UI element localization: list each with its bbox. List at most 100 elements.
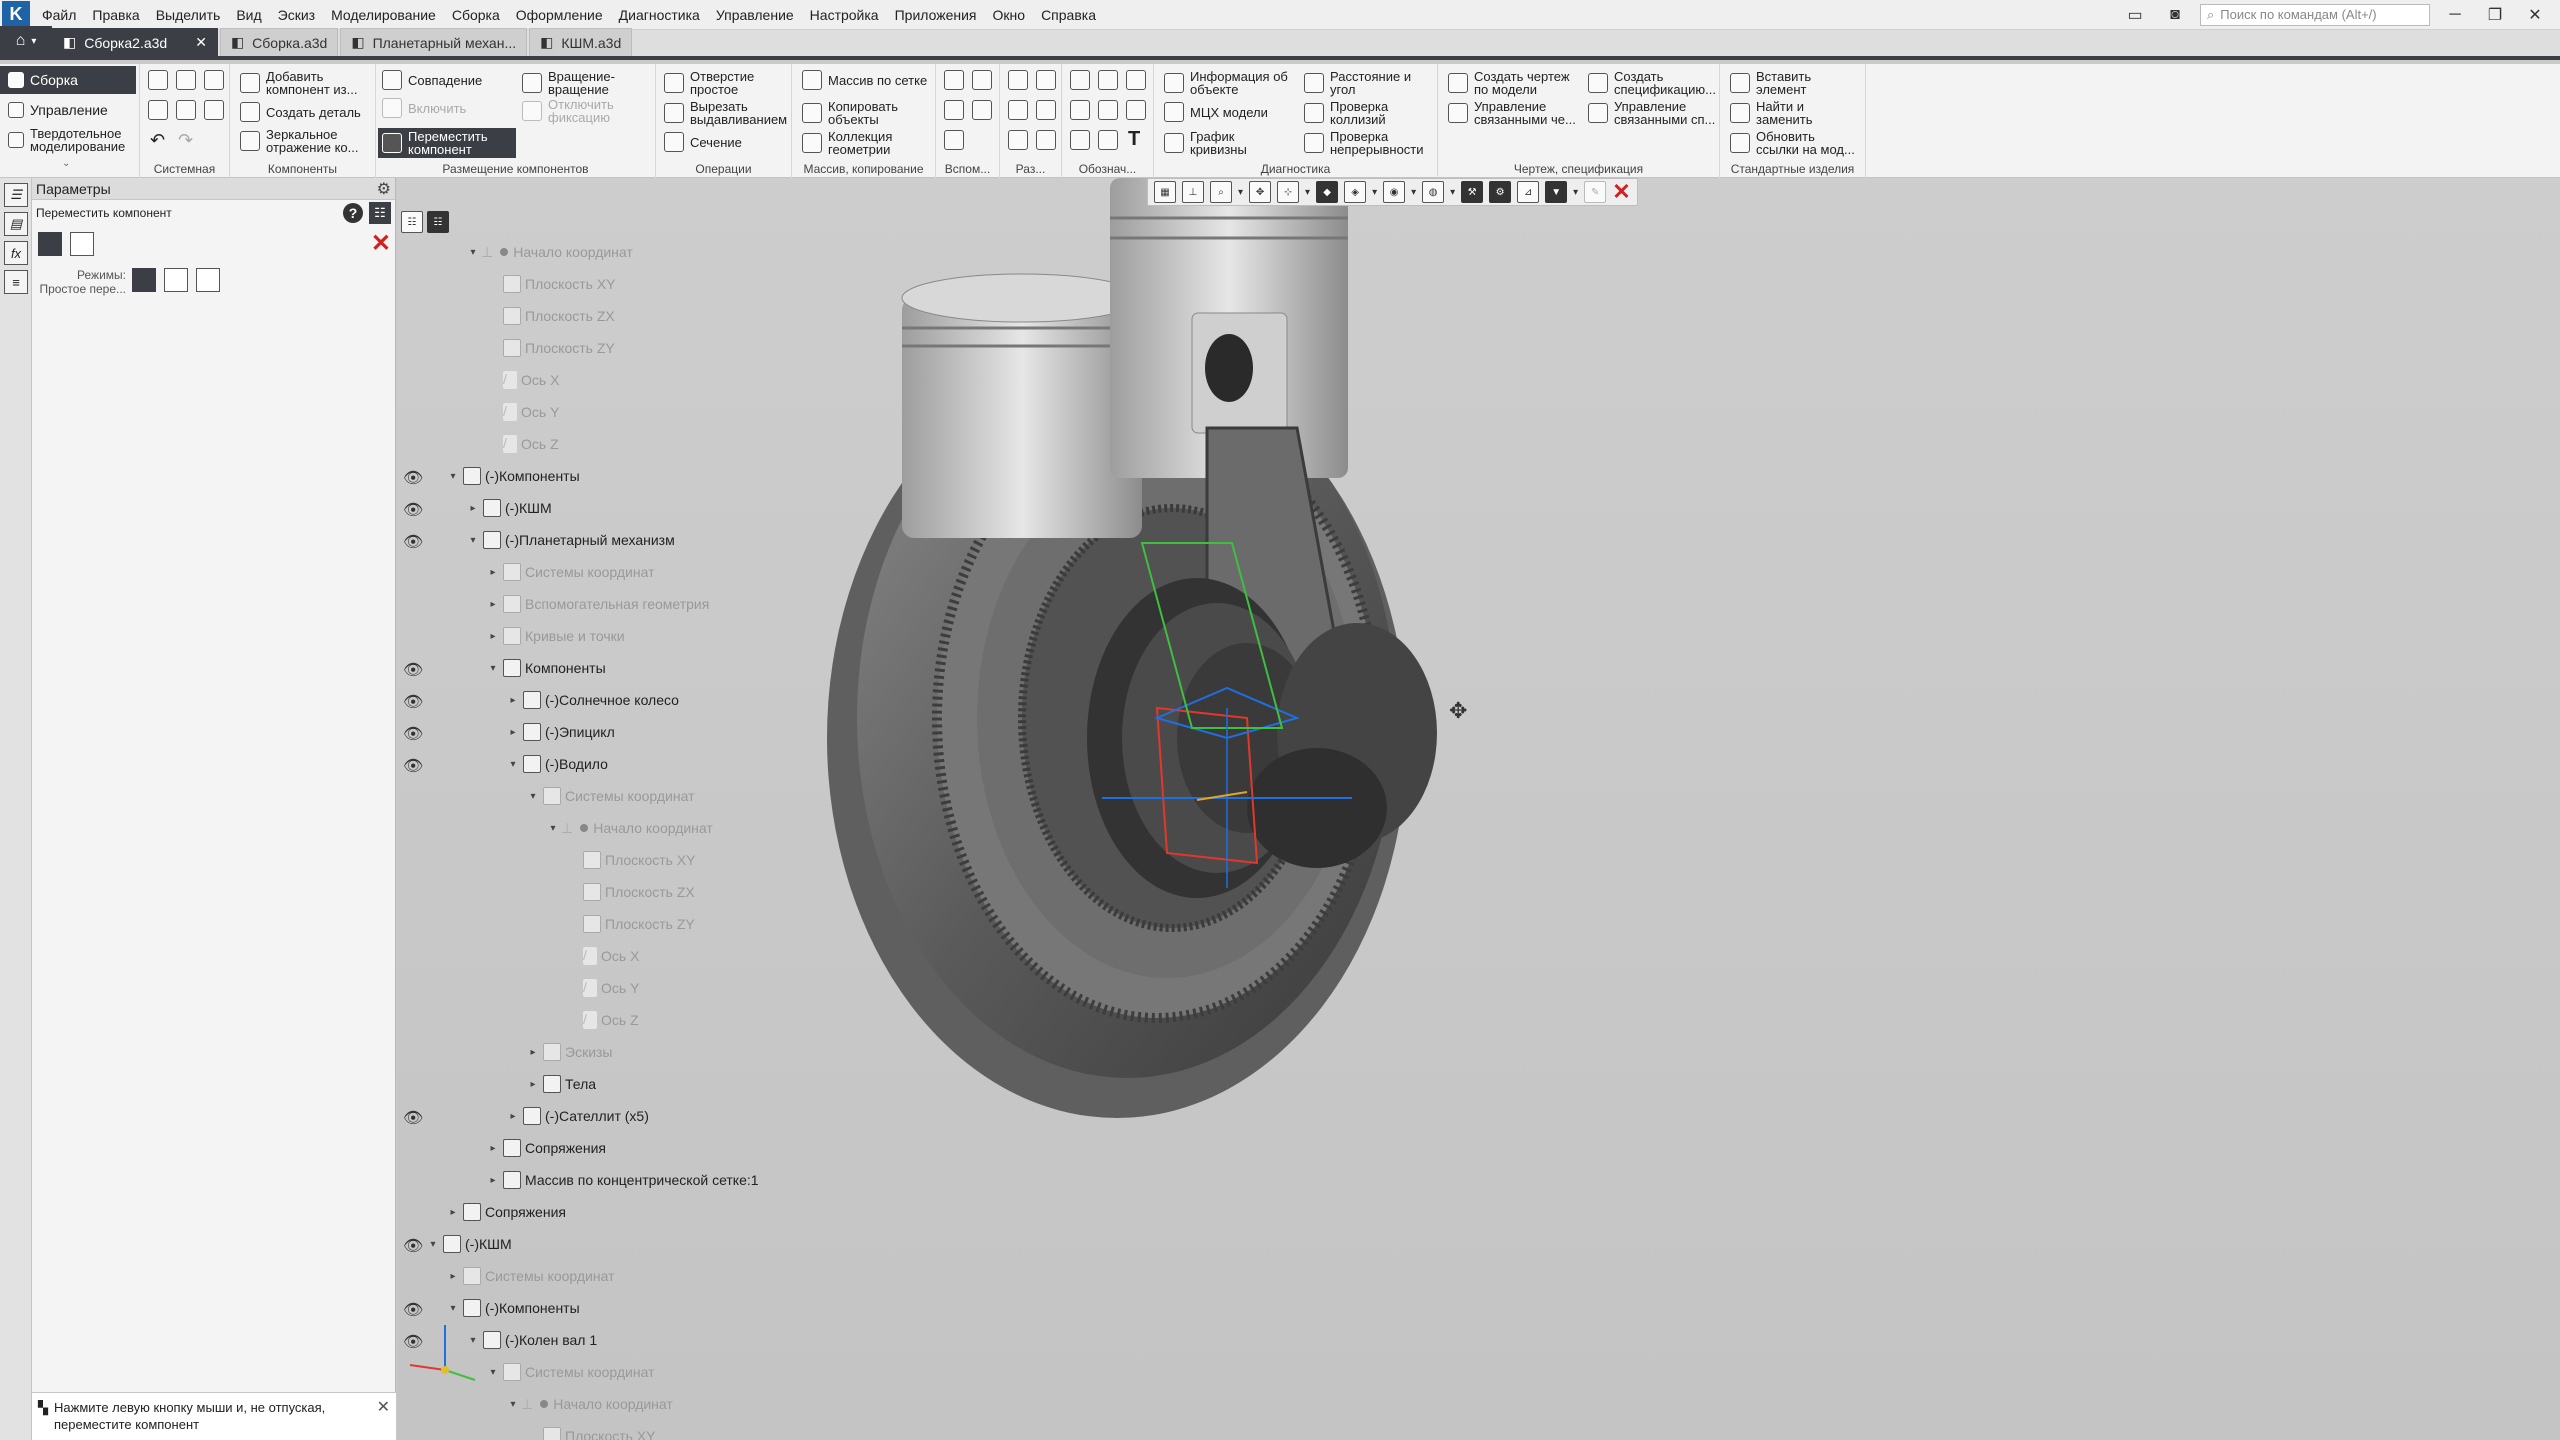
section-button[interactable]: Сечение [664, 132, 742, 152]
mates-move-icon[interactable] [196, 268, 220, 292]
filter-icon[interactable]: ▼ [1545, 181, 1568, 203]
measure-icon[interactable]: ⊿ [1517, 181, 1540, 203]
visibility-eye-icon[interactable]: 👁 [403, 692, 425, 711]
tree-expander-icon[interactable]: ▾ [467, 535, 479, 546]
save-all-icon[interactable] [204, 100, 224, 120]
layout-icon[interactable]: ▭ [2120, 3, 2150, 27]
menu-item[interactable]: Приложения [887, 0, 985, 30]
close-icon[interactable]: ✕ [1612, 179, 1630, 205]
display-mode-icon[interactable]: ◈ [1344, 181, 1367, 203]
collision-move-icon[interactable] [164, 268, 188, 292]
tree-node[interactable]: ▾ ⊥ Начало координат [397, 236, 632, 268]
mode-tab-manage[interactable]: Управление [0, 96, 136, 124]
distance-button[interactable]: Расстояние и угол [1304, 70, 1430, 96]
note-icon-2[interactable] [1098, 70, 1118, 90]
visibility-eye-icon[interactable]: 👁 [403, 500, 425, 519]
3d-viewport[interactable]: ☷ ☷ ▦ ⊥ ⌕ ▾ ✥ ⊹ ▾ ◆ ◈ ▾ ◉ ▾ ◍ ▾ ⚒ ⚙ ⊿ ▼ ▾ ✎ ✕ … [397, 178, 2560, 1440]
tree-node[interactable]: Плоскость XY [397, 268, 616, 300]
tree-expander-icon[interactable]: ▸ [487, 1175, 499, 1186]
tree-expander-icon[interactable]: ▸ [467, 503, 479, 514]
size-icon-6[interactable] [1036, 130, 1056, 150]
visibility-eye-icon[interactable]: 👁 [403, 1108, 425, 1127]
continuity-button[interactable]: Проверка непрерывности [1304, 130, 1440, 156]
section-view-icon[interactable]: ◍ [1422, 181, 1445, 203]
tree-expander-icon[interactable]: ▾ [467, 247, 479, 258]
variables-icon[interactable]: fx [4, 241, 28, 265]
zoom-icon[interactable]: ⌕ [1210, 181, 1232, 203]
tree-node[interactable]: / Ось Z [397, 1004, 639, 1036]
tree-node[interactable]: 👁 ▸ (-)Сателлит (x5) [397, 1100, 649, 1132]
tree-expander-icon[interactable]: ▸ [527, 1047, 539, 1058]
tree-node[interactable]: 👁 ▸ (-)КШМ [397, 492, 552, 524]
note-icon-6[interactable] [1126, 100, 1146, 120]
tree-expander-icon[interactable]: ▸ [507, 695, 519, 706]
new-doc-icon[interactable] [148, 70, 168, 90]
visibility-eye-icon[interactable]: 👁 [403, 756, 425, 775]
tree-expander-icon[interactable]: ▾ [487, 663, 499, 674]
geom-collection-button[interactable]: Коллекция геометрии [802, 130, 908, 156]
tree-expander-icon[interactable]: ▸ [447, 1271, 459, 1282]
tree-node[interactable]: ▸ Тела [397, 1068, 596, 1100]
tree-expander-icon[interactable]: ▸ [487, 599, 499, 610]
tree-node[interactable]: ▸ Кривые и точки [397, 620, 625, 652]
tree-node[interactable]: 👁 ▾ (-)Водило [397, 748, 608, 780]
doc-tab[interactable]: ◧ Сборка.a3d [219, 28, 339, 56]
object-info-button[interactable]: Информация об объекте [1164, 70, 1300, 96]
tree-node[interactable]: Плоскость ZY [397, 332, 615, 364]
cancel-command-icon[interactable]: ✕ [371, 232, 391, 256]
shaded-display-icon[interactable]: ◆ [1316, 181, 1339, 203]
menu-item[interactable]: Настройка [802, 0, 887, 30]
tree-expander-icon[interactable]: ▾ [547, 823, 559, 834]
tree-node[interactable]: / Ось Y [397, 396, 559, 428]
tree-node[interactable]: 👁 ▸ (-)Солнечное колесо [397, 684, 679, 716]
update-links-button[interactable]: Обновить ссылки на мод... [1730, 130, 1856, 156]
create-spec-button[interactable]: Создать спецификацию... [1588, 70, 1724, 96]
chevron-down-icon[interactable]: ▾ [1238, 187, 1243, 198]
tree-node[interactable]: Плоскость ZX [397, 876, 695, 908]
tree-node[interactable]: ▸ Сопряжения [397, 1196, 566, 1228]
size-icon-5[interactable] [1008, 130, 1028, 150]
close-tab-icon[interactable]: ✕ [195, 34, 207, 51]
tree-node[interactable]: Плоскость XY [397, 844, 696, 876]
tree-node[interactable]: ▸ Эскизы [397, 1036, 613, 1068]
tree-node[interactable]: / Ось X [397, 364, 559, 396]
aux-icon-5[interactable] [944, 130, 964, 150]
tree-node[interactable]: ▾ Системы координат [397, 780, 694, 812]
restore-button[interactable]: ❐ [2480, 3, 2510, 27]
tree-expander-icon[interactable]: ▾ [487, 1367, 499, 1378]
tree-panel-icon[interactable]: ☰ [4, 183, 28, 207]
model-render[interactable]: ✥ [777, 178, 1977, 1440]
collision-button[interactable]: Проверка коллизий [1304, 100, 1410, 126]
tree-node[interactable]: Плоскость ZY [397, 908, 695, 940]
close-button[interactable]: ✕ [2520, 3, 2550, 27]
tree-node[interactable]: Плоскость XY [397, 1420, 656, 1440]
chevron-down-icon[interactable]: ▾ [1372, 187, 1377, 198]
tree-expander-icon[interactable]: ▾ [527, 791, 539, 802]
tree-expander-icon[interactable]: ▸ [487, 631, 499, 642]
chevron-down-icon[interactable]: ▾ [1411, 187, 1416, 198]
snap-icon[interactable]: ⚒ [1461, 181, 1484, 203]
tree-node[interactable]: ▸ Системы координат [397, 556, 654, 588]
move-component-button[interactable]: Переместить компонент [378, 128, 516, 158]
tree-expander-icon[interactable]: ▾ [427, 1239, 439, 1250]
coincidence-button[interactable]: Совпадение [382, 70, 482, 90]
gear-icon[interactable]: ⚙ [377, 179, 391, 199]
hint-close-icon[interactable]: ✕ [377, 1399, 390, 1434]
add-component-button[interactable]: Добавить компонент из... [240, 70, 366, 96]
tree-expander-icon[interactable]: ▸ [527, 1079, 539, 1090]
tree-expander-icon[interactable]: ▾ [507, 1399, 519, 1410]
command-search[interactable]: ⌕ Поиск по командам (Alt+/) [2200, 3, 2430, 26]
minimize-button[interactable]: ─ [2440, 3, 2470, 27]
view-grid-icon[interactable]: ▦ [1154, 181, 1176, 203]
note-icon-8[interactable] [1098, 130, 1118, 150]
size-icon-1[interactable] [1008, 70, 1028, 90]
aux-icon-4[interactable] [972, 100, 992, 120]
save-icon[interactable] [204, 70, 224, 90]
axes-icon[interactable]: ⊹ [1277, 181, 1300, 203]
visibility-eye-icon[interactable]: 👁 [403, 1236, 425, 1255]
manage-linked-drawings-button[interactable]: Управление связанными че... [1448, 100, 1584, 126]
menu-item[interactable]: Управление [708, 0, 802, 30]
chevron-down-icon[interactable]: ▾ [1573, 187, 1578, 198]
doc-tab[interactable]: ◧ Планетарный механ... [340, 28, 528, 56]
menu-item[interactable]: Справка [1033, 0, 1104, 30]
